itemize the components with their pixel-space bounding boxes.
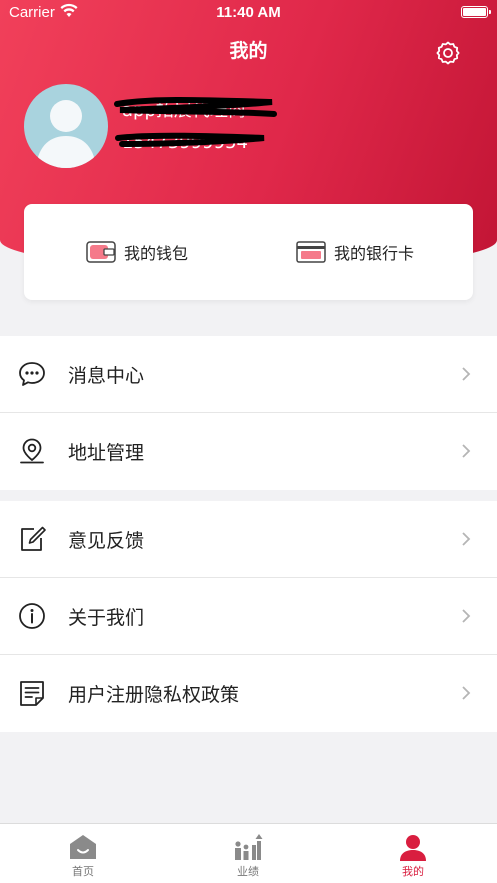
my-wallet-button[interactable]: 我的钱包: [86, 240, 188, 264]
chevron-right-icon: [462, 686, 471, 700]
menu-item-message-center[interactable]: 消息中心: [0, 336, 497, 413]
settings-gear-icon[interactable]: [435, 40, 461, 66]
home-icon: [70, 835, 96, 859]
menu-item-label: 意见反馈: [68, 529, 145, 552]
chevron-right-icon: [462, 532, 471, 546]
my-bank-card-label: 我的银行卡: [334, 244, 415, 263]
tab-label: 我的: [402, 865, 424, 878]
chevron-right-icon: [462, 609, 471, 623]
wallet-icon: [86, 241, 116, 263]
user-name: app拓展代理商: [122, 100, 246, 121]
location-pin-icon: [20, 438, 44, 464]
chevron-right-icon: [462, 367, 471, 381]
my-wallet-label: 我的钱包: [124, 244, 189, 263]
menu-item-label: 地址管理: [68, 442, 145, 464]
chat-bubble-icon: [19, 362, 45, 386]
edit-icon: [21, 526, 46, 551]
clock: 11:40 AM: [216, 4, 281, 21]
page-title: 我的: [229, 40, 268, 62]
tab-performance[interactable]: 业绩: [188, 824, 308, 883]
bank-card-icon: [296, 241, 326, 263]
menu-item-label: 消息中心: [68, 364, 145, 387]
tab-home[interactable]: 首页: [23, 824, 143, 883]
user-icon: [400, 835, 426, 861]
my-bank-card-button[interactable]: 我的银行卡: [296, 240, 414, 264]
default-avatar-icon: [36, 100, 96, 168]
menu-item-about-us[interactable]: 关于我们: [0, 578, 497, 655]
tab-label: 首页: [72, 865, 94, 878]
user-phone: 15473999954: [122, 132, 248, 153]
avatar[interactable]: [24, 84, 108, 168]
document-icon: [20, 681, 44, 706]
menu-item-label: 用户注册隐私权政策: [68, 684, 240, 706]
status-bar: Carrier 11:40 AM: [0, 0, 497, 26]
tab-mine[interactable]: 我的: [353, 824, 473, 883]
battery-icon: [461, 6, 491, 18]
wallet-card: 我的钱包 我的银行卡: [24, 204, 473, 300]
performance-icon: [235, 834, 263, 860]
menu-item-privacy-policy[interactable]: 用户注册隐私权政策: [0, 655, 497, 732]
menu-item-address-management[interactable]: 地址管理: [0, 413, 497, 490]
menu-group-messages: 消息中心 地址管理: [0, 336, 497, 490]
menu-group-info: 意见反馈 关于我们 用户注册隐私权政策: [0, 501, 497, 732]
menu-item-feedback[interactable]: 意见反馈: [0, 501, 497, 578]
info-icon: [19, 603, 45, 629]
chevron-right-icon: [462, 444, 471, 458]
tab-bar: 首页 业绩 我的: [0, 823, 497, 883]
tab-label: 业绩: [237, 865, 259, 878]
menu-item-label: 关于我们: [68, 606, 145, 629]
